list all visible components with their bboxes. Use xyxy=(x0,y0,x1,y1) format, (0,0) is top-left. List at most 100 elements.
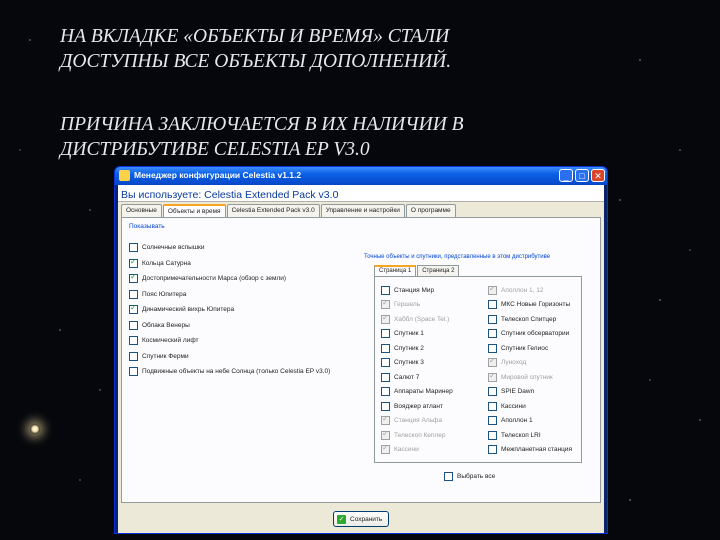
show-option-label: Достопримечательности Марса (обзор с зем… xyxy=(142,275,287,283)
show-option-row[interactable]: Достопримечательности Марса (обзор с зем… xyxy=(129,271,330,287)
object-col2-option-row[interactable]: SPIE Dawn xyxy=(488,385,572,400)
tab-extended-pack[interactable]: Celestia Extended Pack v3.0 xyxy=(226,204,320,218)
show-option-row[interactable]: Солнечные вспышки xyxy=(129,240,330,256)
show-checkbox[interactable] xyxy=(129,351,138,361)
object-col2-option-row[interactable]: Аполлон 1, 12 xyxy=(488,283,572,298)
subtab-page-1[interactable]: Страница 1 xyxy=(374,265,417,276)
show-checkbox[interactable] xyxy=(129,243,138,253)
config-manager-window: Менеджер конфигурации Celestia v1.1.2 _ … xyxy=(114,166,608,534)
tab-objects-time[interactable]: Объекты и время xyxy=(162,204,226,218)
objects-subpanel: Станция Мир Гершель Хаббл (Space Tel.) Спут… xyxy=(374,276,582,463)
object-col2-checkbox[interactable] xyxy=(488,343,497,353)
show-checkbox[interactable] xyxy=(129,289,138,299)
object-col2-checkbox[interactable] xyxy=(488,314,497,324)
object-col1-option-row[interactable]: Станция Альфа xyxy=(381,414,453,429)
show-option-row[interactable]: Облака Венеры xyxy=(129,318,330,334)
object-col2-checkbox[interactable] xyxy=(488,416,497,426)
select-all-row[interactable]: Выбрать все xyxy=(444,469,495,485)
object-col2-option-row[interactable]: Луноход xyxy=(488,356,572,371)
tab-main[interactable]: Основные xyxy=(121,204,162,218)
object-col1-option-row[interactable]: Гершель xyxy=(381,298,453,313)
object-col2-checkbox[interactable] xyxy=(488,329,497,339)
object-col2-option-row[interactable]: Кассини xyxy=(488,399,572,414)
object-col1-option-label: Станция Мир xyxy=(394,286,435,294)
object-col1-option-label: Спутник 1 xyxy=(394,330,424,338)
object-col1-option-row[interactable]: Спутник 3 xyxy=(381,356,453,371)
show-checkbox[interactable] xyxy=(129,303,138,315)
maximize-button[interactable]: □ xyxy=(575,169,589,182)
object-col1-checkbox[interactable] xyxy=(381,329,390,339)
object-col1-option-row[interactable]: Кассини xyxy=(381,443,453,458)
objects-hint: Точные объекты и спутники, представленны… xyxy=(364,254,551,260)
object-col2-option-row[interactable]: Телескоп LRI xyxy=(488,428,572,443)
object-col1-option-row[interactable]: Спутник 2 xyxy=(381,341,453,356)
object-col2-option-row[interactable]: Аполлон 1 xyxy=(488,414,572,429)
show-checkbox[interactable] xyxy=(129,257,138,268)
object-col2-option-row[interactable]: Межпланетная станция xyxy=(488,443,572,458)
subtab-page-2[interactable]: Страница 2 xyxy=(417,265,460,276)
minimize-button[interactable]: _ xyxy=(559,169,573,182)
object-col1-checkbox[interactable] xyxy=(381,358,390,368)
object-col1-option-row[interactable]: Хаббл (Space Tel.) xyxy=(381,312,453,327)
show-option-row[interactable]: Пояс Юпитера xyxy=(129,287,330,303)
tab-controls-settings[interactable]: Управление и настройки xyxy=(320,204,405,218)
object-col2-checkbox[interactable] xyxy=(488,430,497,440)
object-col1-checkbox[interactable] xyxy=(381,401,390,411)
object-col1-checkbox[interactable] xyxy=(381,343,390,353)
object-col2-option-row[interactable]: Спутник обсерватории xyxy=(488,327,572,342)
save-label: Сохранить xyxy=(350,515,383,523)
show-option-label: Пояс Юпитера xyxy=(142,290,187,298)
object-col2-checkbox[interactable] xyxy=(488,300,497,310)
object-col1-checkbox[interactable] xyxy=(381,372,390,382)
object-col2-option-label: Аполлон 1, 12 xyxy=(501,286,544,294)
show-checkbox[interactable] xyxy=(129,367,138,377)
object-col2-option-row[interactable]: Спутник Гелиос xyxy=(488,341,572,356)
object-col2-option-row[interactable]: МКС Новые Горизонты xyxy=(488,298,572,313)
object-col2-option-row[interactable]: Телескоп Спитцер xyxy=(488,312,572,327)
object-col2-option-label: Кассини xyxy=(501,402,526,410)
object-col1-option-row[interactable]: Вояджер атлант xyxy=(381,399,453,414)
show-option-row[interactable]: Космический лифт xyxy=(129,333,330,349)
object-col1-option-row[interactable]: Спутник 1 xyxy=(381,327,453,342)
show-checkbox[interactable] xyxy=(129,336,138,346)
close-button[interactable]: ✕ xyxy=(591,169,605,182)
object-col2-checkbox[interactable] xyxy=(488,387,497,397)
object-col1-checkbox[interactable] xyxy=(381,387,390,397)
show-option-label: Космический лифт xyxy=(142,337,199,345)
show-option-row[interactable]: Спутник Ферми xyxy=(129,349,330,365)
object-col2-checkbox[interactable] xyxy=(488,445,497,455)
show-option-label: Кольца Сатурна xyxy=(142,259,191,267)
select-all-checkbox[interactable] xyxy=(444,472,453,482)
object-col2-option-label: Телескоп Спитцер xyxy=(501,315,557,323)
show-checkbox[interactable] xyxy=(129,320,138,330)
window-client: Вы используете: Celestia Extended Pack v… xyxy=(118,185,604,533)
save-button[interactable]: ✓ Сохранить xyxy=(333,511,389,527)
heading-2-line-1: ПРИЧИНА ЗАКЛЮЧАЕТСЯ В ИХ НАЛИЧИИ В xyxy=(60,114,464,135)
show-option-row[interactable]: Кольца Сатурна xyxy=(129,256,330,272)
tab-about[interactable]: О программе xyxy=(405,204,456,218)
objects-panel: Показывать Солнечные вспышки Кольца Сатур… xyxy=(121,217,601,503)
show-option-row[interactable]: Динамический вихрь Юпитера xyxy=(129,302,330,318)
object-col1-checkbox xyxy=(381,443,390,455)
object-col1-checkbox[interactable] xyxy=(381,285,390,295)
object-col2-option-label: Телескоп LRI xyxy=(501,431,541,439)
show-checkbox[interactable] xyxy=(129,272,138,284)
object-col1-option-row[interactable]: Салют 7 xyxy=(381,370,453,385)
objects-column-2: Аполлон 1, 12 МКС Новые Горизонты Телескоп… xyxy=(488,283,572,457)
object-col1-option-row[interactable]: Телескоп Кеплер xyxy=(381,428,453,443)
select-all-label: Выбрать все xyxy=(457,473,496,481)
show-group-label: Показывать xyxy=(129,223,165,230)
object-col2-option-label: Спутник Гелиос xyxy=(501,344,549,352)
show-option-row[interactable]: Подвижные объекты на небе Солнца (только… xyxy=(129,364,330,380)
object-col2-checkbox xyxy=(488,371,497,382)
object-col1-checkbox xyxy=(381,414,390,426)
window-titlebar[interactable]: Менеджер конфигурации Celestia v1.1.2 _ … xyxy=(115,167,607,185)
object-col2-checkbox xyxy=(488,356,497,368)
object-col1-option-row[interactable]: Аппараты Маринер xyxy=(381,385,453,400)
slide-heading-2: ПРИЧИНА ЗАКЛЮЧАЕТСЯ В ИХ НАЛИЧИИ В ДИСТР… xyxy=(60,112,464,162)
object-col1-option-row[interactable]: Станция Мир xyxy=(381,283,453,298)
object-col2-checkbox[interactable] xyxy=(488,401,497,411)
object-col1-checkbox xyxy=(381,429,390,440)
object-col2-option-row[interactable]: Мировой спутник xyxy=(488,370,572,385)
object-col1-option-label: Спутник 2 xyxy=(394,344,424,352)
